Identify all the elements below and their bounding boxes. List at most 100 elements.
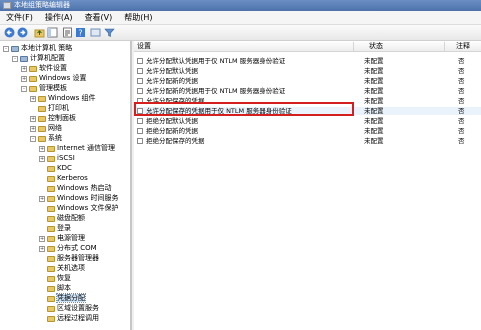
tree-item-label: 恢复	[57, 274, 71, 282]
menu-file[interactable]: 文件(F)	[0, 11, 39, 25]
tree-item[interactable]: KDC	[39, 164, 72, 173]
policy-setting-icon	[137, 78, 143, 84]
tree-item[interactable]: Windows 文件保护	[39, 204, 118, 213]
column-header-note[interactable]: 注释	[456, 41, 470, 52]
list-row[interactable]: 允许分配默认凭据用于仅 NTLM 服务器身份验证 未配置 否	[134, 57, 481, 65]
tree-item[interactable]: 远程过程调用	[39, 314, 99, 323]
folder-icon	[47, 205, 55, 212]
setting-note: 否	[458, 107, 465, 115]
setting-note: 否	[458, 67, 465, 75]
menu-view[interactable]: 查看(V)	[79, 11, 119, 25]
list-row[interactable]: 拒绝分配新的凭据 未配置 否	[134, 127, 481, 135]
setting-state: 未配置	[364, 67, 384, 75]
help-icon[interactable]: ?	[75, 27, 86, 38]
setting-name: 允许分配新的凭据用于仅 NTLM 服务器身份验证	[146, 87, 286, 95]
folder-icon	[47, 225, 55, 232]
tree-item[interactable]: - 管理模板	[21, 84, 67, 93]
filter-icon[interactable]	[104, 27, 115, 38]
expand-icon[interactable]: +	[39, 245, 45, 252]
tree-item-label: 管理模板	[39, 84, 67, 92]
expand-icon[interactable]: +	[30, 95, 36, 102]
tree-item-label: 凭据分配	[56, 293, 86, 303]
folder-icon	[38, 125, 46, 132]
setting-name: 允许分配默认凭据用于仅 NTLM 服务器身份验证	[146, 57, 286, 65]
expand-icon	[39, 226, 45, 232]
setting-name: 拒绝分配默认凭据	[146, 117, 198, 125]
tree-item-label: 控制面板	[48, 114, 76, 122]
expand-icon[interactable]: +	[21, 75, 27, 82]
tree-item[interactable]: 恢复	[39, 274, 71, 283]
expand-icon[interactable]: +	[39, 145, 45, 152]
expand-icon	[39, 216, 45, 222]
tree-item[interactable]: - 系统	[30, 134, 62, 143]
tree-item-label: iSCSI	[57, 154, 75, 162]
tree-item[interactable]: - 本地计算机 策略	[3, 44, 72, 53]
tree-item[interactable]: 打印机	[30, 104, 69, 113]
list-row[interactable]: 允许分配新的凭据用于仅 NTLM 服务器身份验证 未配置 否	[134, 87, 481, 95]
tree-item[interactable]: + 控制面板	[30, 114, 76, 123]
folder-icon	[29, 75, 37, 82]
up-folder-icon[interactable]	[34, 27, 45, 38]
settings-list-pane[interactable]: 设置 状态 注释 允许分配默认凭据用于仅 NTLM 服务器身份验证 未配置否允许分…	[134, 41, 481, 330]
tree-item[interactable]: 凭据分配	[39, 293, 86, 303]
tree-item[interactable]: 区域设置服务	[39, 304, 99, 313]
expand-icon[interactable]: +	[21, 65, 27, 72]
forward-arrow-icon[interactable]	[17, 27, 28, 38]
tree-item[interactable]: - 计算机配置	[12, 54, 65, 63]
expand-icon	[39, 296, 45, 302]
folder-icon	[47, 165, 55, 172]
tree-item[interactable]: + 软件设置	[21, 64, 67, 73]
list-row[interactable]: 拒绝分配保存的凭据 未配置 否	[134, 137, 481, 145]
tree-item[interactable]: + 网络	[30, 124, 62, 133]
collapse-icon[interactable]: -	[12, 55, 18, 62]
tree-pane[interactable]: - 本地计算机 策略 - 计算机配置 + 软件设置 + Windows 设置 - 管理模板 + Win…	[0, 41, 132, 330]
tree-item[interactable]: + Windows 设置	[21, 74, 86, 83]
list-row[interactable]: 拒绝分配默认凭据 未配置 否	[134, 117, 481, 125]
tree-item-label: Internet 通信管理	[57, 144, 116, 152]
tree-item-label: 远程过程调用	[57, 314, 99, 322]
column-header-state[interactable]: 状态	[369, 41, 383, 52]
expand-icon[interactable]: +	[30, 125, 36, 132]
tree-item[interactable]: 登录	[39, 224, 71, 233]
expand-icon	[39, 316, 45, 322]
properties-icon[interactable]	[62, 27, 73, 38]
tree-item[interactable]: + Windows 时间服务	[39, 194, 118, 203]
expand-icon[interactable]: +	[39, 235, 45, 242]
menu-action[interactable]: 操作(A)	[39, 11, 79, 25]
list-row[interactable]: 允许分配默认凭据 未配置 否	[134, 67, 481, 75]
tree-item[interactable]: Kerberos	[39, 174, 88, 183]
collapse-icon[interactable]: -	[3, 45, 9, 52]
expand-icon	[39, 286, 45, 292]
back-arrow-icon[interactable]	[4, 27, 15, 38]
tree-item-label: Windows 热启动	[57, 184, 112, 192]
tree-item[interactable]: Windows 热启动	[39, 184, 111, 193]
expand-icon[interactable]: +	[39, 195, 45, 202]
expand-icon[interactable]: +	[39, 155, 45, 162]
collapse-icon[interactable]: -	[21, 85, 27, 92]
expand-icon[interactable]: +	[30, 115, 36, 122]
menu-help[interactable]: 帮助(H)	[118, 11, 158, 25]
collapse-icon[interactable]: -	[30, 135, 36, 142]
folder-icon	[38, 115, 46, 122]
column-header-setting[interactable]: 设置	[137, 41, 151, 52]
tree-item[interactable]: + Internet 通信管理	[39, 144, 115, 153]
tree-item[interactable]: + 分布式 COM	[39, 244, 97, 253]
highlight-box	[134, 102, 354, 116]
expand-icon	[39, 276, 45, 282]
view-icon[interactable]	[90, 27, 101, 38]
setting-name: 允许分配默认凭据	[146, 67, 198, 75]
list-row[interactable]: 允许分配新的凭据 未配置 否	[134, 77, 481, 85]
tree-item-label: 脚本	[57, 284, 71, 292]
tree-item-label: 登录	[57, 224, 71, 232]
tree-item[interactable]: 服务器管理器	[39, 254, 99, 263]
show-hide-tree-icon[interactable]	[47, 27, 58, 38]
menu-bar: 文件(F) 操作(A) 查看(V) 帮助(H)	[0, 11, 481, 25]
folder-icon	[38, 105, 46, 112]
tree-item[interactable]: + Windows 组件	[30, 94, 95, 103]
setting-state: 未配置	[364, 87, 384, 95]
tree-item[interactable]: 脚本	[39, 284, 71, 293]
tree-item[interactable]: 磁盘配额	[39, 214, 85, 223]
tree-item[interactable]: + iSCSI	[39, 154, 75, 163]
tree-item[interactable]: + 电源管理	[39, 234, 85, 243]
tree-item[interactable]: 关机选项	[39, 264, 85, 273]
